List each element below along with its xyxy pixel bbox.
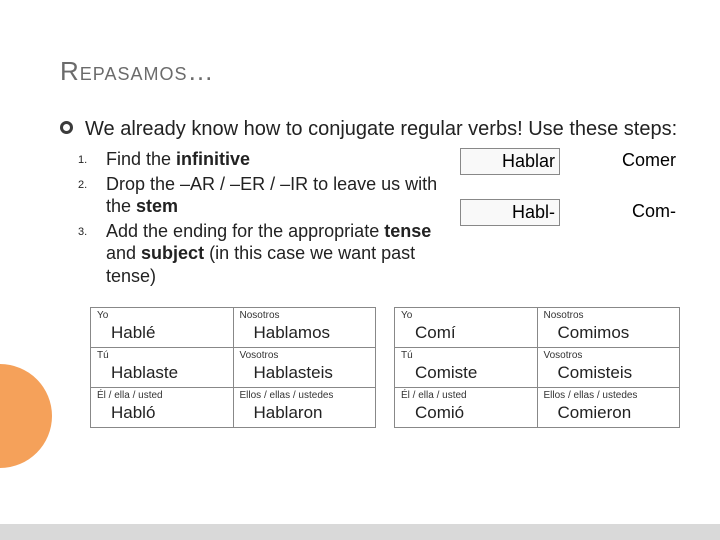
conjugation: Hablamos: [240, 323, 370, 343]
conjugation: Hablaste: [97, 363, 227, 383]
content-columns: 1. Find the infinitive 2. Drop the –AR /…: [60, 148, 680, 289]
steps-list: 1. Find the infinitive 2. Drop the –AR /…: [78, 148, 446, 289]
cell: Yo Hablé: [91, 308, 234, 348]
step-text: Find the infinitive: [106, 148, 250, 171]
pronoun-label: Vosotros: [544, 350, 674, 361]
pronoun-label: Vosotros: [240, 350, 370, 361]
cell: Vosotros Comisteis: [537, 348, 680, 388]
table-row: Tú Hablaste Vosotros Hablasteis: [91, 348, 376, 388]
conjugation: Habló: [97, 403, 227, 423]
conjugation: Comimos: [544, 323, 674, 343]
step-3: 3. Add the ending for the appropriate te…: [78, 220, 446, 288]
pronoun-label: Él / ella / usted: [97, 390, 227, 401]
pronoun-label: Ellos / ellas / ustedes: [240, 390, 370, 401]
pronoun-label: Nosotros: [240, 310, 370, 321]
cell: Vosotros Hablasteis: [233, 348, 376, 388]
step-2: 2. Drop the –AR / –ER / –IR to leave us …: [78, 173, 446, 218]
infinitive-hablar: Hablar: [460, 148, 560, 175]
conjugation: Comiste: [401, 363, 531, 383]
cell: Tú Hablaste: [91, 348, 234, 388]
stem-com: Com-: [580, 199, 680, 226]
conjugation: Hablaron: [240, 403, 370, 423]
cell: Yo Comí: [395, 308, 538, 348]
pronoun-label: Nosotros: [544, 310, 674, 321]
infinitive-row: Hablar Comer: [460, 148, 680, 175]
infinitive-comer: Comer: [580, 148, 680, 175]
conjugation: Comí: [401, 323, 531, 343]
cell: Ellos / ellas / ustedes Comieron: [537, 388, 680, 428]
cell: Él / ella / usted Habló: [91, 388, 234, 428]
conjugation: Comió: [401, 403, 531, 423]
pronoun-label: Ellos / ellas / ustedes: [544, 390, 674, 401]
cell: Nosotros Comimos: [537, 308, 680, 348]
cell: Ellos / ellas / ustedes Hablaron: [233, 388, 376, 428]
pronoun-label: Tú: [401, 350, 531, 361]
bullet-ring-icon: [60, 121, 73, 134]
conjugation: Hablé: [97, 323, 227, 343]
cell: Tú Comiste: [395, 348, 538, 388]
cell: Él / ella / usted Comió: [395, 388, 538, 428]
table-row: Yo Hablé Nosotros Hablamos: [91, 308, 376, 348]
cell: Nosotros Hablamos: [233, 308, 376, 348]
step-text: Drop the –AR / –ER / –IR to leave us wit…: [106, 173, 446, 218]
stem-row: Habl- Com-: [460, 199, 680, 226]
pronoun-label: Tú: [97, 350, 227, 361]
conjugation: Hablasteis: [240, 363, 370, 383]
conjugation-tables: Yo Hablé Nosotros Hablamos Tú Hablaste Voso…: [60, 307, 680, 428]
table-row: Él / ella / usted Comió Ellos / ellas / u…: [395, 388, 680, 428]
accent-bottom-bar: [0, 524, 720, 540]
pronoun-label: Yo: [97, 310, 227, 321]
step-number: 3.: [78, 220, 106, 288]
pronoun-label: Él / ella / usted: [401, 390, 531, 401]
table-hablar: Yo Hablé Nosotros Hablamos Tú Hablaste Voso…: [90, 307, 376, 428]
intro-text: We already know how to conjugate regular…: [85, 117, 677, 142]
slide-title: Repasamos…: [60, 56, 680, 87]
table-row: Yo Comí Nosotros Comimos: [395, 308, 680, 348]
pronoun-label: Yo: [401, 310, 531, 321]
table-row: Tú Comiste Vosotros Comisteis: [395, 348, 680, 388]
step-number: 1.: [78, 148, 106, 171]
table-comer: Yo Comí Nosotros Comimos Tú Comiste Vosotro…: [394, 307, 680, 428]
conjugation: Comieron: [544, 403, 674, 423]
intro-row: We already know how to conjugate regular…: [60, 117, 680, 142]
example-words: Hablar Comer Habl- Com-: [460, 148, 680, 289]
step-1: 1. Find the infinitive: [78, 148, 446, 171]
step-number: 2.: [78, 173, 106, 218]
table-row: Él / ella / usted Habló Ellos / ellas / u…: [91, 388, 376, 428]
slide-content: Repasamos… We already know how to conjug…: [0, 0, 720, 448]
stem-habl: Habl-: [460, 199, 560, 226]
conjugation: Comisteis: [544, 363, 674, 383]
step-text: Add the ending for the appropriate tense…: [106, 220, 446, 288]
